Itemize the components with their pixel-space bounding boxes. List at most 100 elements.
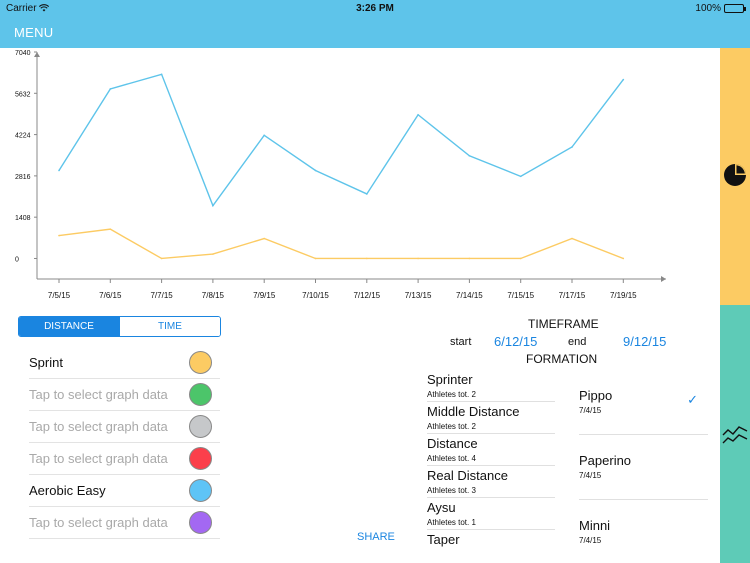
data-point [468, 257, 471, 260]
series-selector-row[interactable]: Tap to select graph data [29, 507, 220, 539]
data-point [109, 88, 112, 90]
formation-name: Taper [427, 532, 460, 547]
data-point [314, 257, 317, 260]
x-tick-label: 7/15/15 [507, 291, 534, 300]
data-point [622, 257, 625, 260]
formation-list: Sprinter Athletes tot. 2 Middle Distance At… [427, 370, 555, 562]
series-color-swatch[interactable] [189, 479, 212, 502]
data-point [314, 169, 317, 172]
formation-row[interactable]: Middle Distance Athletes tot. 2 [427, 402, 555, 434]
formation-row[interactable]: Sprinter Athletes tot. 2 [427, 370, 555, 402]
x-tick-label: 7/12/15 [353, 291, 380, 300]
data-point [417, 113, 419, 116]
timeframe-title: TIMEFRAME [528, 317, 599, 331]
y-axis-arrow [34, 52, 40, 57]
athlete-row[interactable]: Paperino 7/4/15 [579, 435, 708, 500]
formation-name: Sprinter [427, 372, 473, 387]
y-tick-label: 5632 [15, 91, 31, 98]
data-point [212, 253, 214, 255]
x-tick-label: 7/13/15 [405, 291, 432, 300]
metric-segmented-control: DISTANCE TIME [18, 316, 221, 337]
data-point [366, 193, 368, 195]
formation-name: Aysu [427, 500, 456, 515]
series-selector-row[interactable]: Tap to select graph data [29, 411, 220, 443]
formation-row[interactable]: Taper [427, 530, 555, 562]
y-tick-label: 4224 [15, 133, 31, 140]
data-point [58, 234, 60, 237]
y-tick-label: 7040 [15, 50, 31, 57]
battery-icon [724, 4, 746, 13]
data-point [468, 155, 471, 157]
x-tick-label: 7/6/15 [99, 291, 122, 300]
series-color-swatch[interactable] [189, 351, 212, 374]
x-tick-label: 7/9/15 [253, 291, 276, 300]
x-tick-label: 7/17/15 [559, 291, 586, 300]
start-label: start [450, 336, 472, 348]
x-tick-label: 7/10/15 [302, 291, 329, 300]
data-point [160, 73, 163, 76]
formation-name: Middle Distance [427, 404, 520, 419]
athlete-list: Pippo 7/4/15 ✓ Paperino 7/4/15 Minni 7/4/15 [579, 370, 708, 563]
series-selector-label: Tap to select graph data [29, 515, 168, 530]
data-point [263, 134, 266, 137]
athlete-name: Paperino [579, 453, 632, 468]
x-tick-label: 7/8/15 [202, 291, 225, 300]
formation-athlete-count: Athletes tot. 1 [427, 518, 476, 527]
data-point [263, 237, 266, 240]
series-selector-row[interactable]: Aerobic Easy [29, 475, 220, 507]
formation-row[interactable]: Real Distance Athletes tot. 3 [427, 466, 555, 498]
start-date-picker[interactable]: 6/12/15 [494, 334, 537, 349]
athlete-date: 7/4/15 [579, 471, 602, 480]
data-point [622, 78, 625, 81]
formation-athlete-count: Athletes tot. 4 [427, 454, 476, 463]
formation-row[interactable]: Distance Athletes tot. 4 [427, 434, 555, 466]
series-selector-list: Sprint Tap to select graph data Tap to sel… [29, 347, 220, 539]
data-point [366, 257, 368, 260]
pie-chart-tab[interactable] [720, 48, 750, 305]
pie-chart-icon [724, 164, 746, 186]
data-point [58, 169, 60, 172]
x-tick-label: 7/5/15 [48, 291, 71, 300]
athlete-row[interactable]: Pippo 7/4/15 ✓ [579, 370, 708, 435]
formation-athlete-count: Athletes tot. 3 [427, 486, 476, 495]
formation-row[interactable]: Aysu Athletes tot. 1 [427, 498, 555, 530]
series-color-swatch[interactable] [189, 383, 212, 406]
series-line-0 [58, 73, 624, 208]
series-selector-row[interactable]: Tap to select graph data [29, 379, 220, 411]
formation-name: Distance [427, 436, 478, 451]
y-tick-label: 2816 [15, 174, 31, 181]
menu-button[interactable]: MENU [14, 25, 53, 40]
athlete-name: Pippo [579, 388, 613, 403]
data-point [109, 228, 112, 230]
series-color-swatch[interactable] [189, 447, 212, 470]
data-point [571, 146, 573, 148]
series-selector-row[interactable]: Sprint [29, 347, 220, 379]
series-selector-label: Tap to select graph data [29, 419, 168, 434]
y-tick-label: 0 [15, 256, 19, 263]
x-tick-label: 7/19/15 [610, 291, 637, 300]
series-selector-row[interactable]: Tap to select graph data [29, 443, 220, 475]
series-color-swatch[interactable] [189, 415, 212, 438]
share-button[interactable]: SHARE [357, 531, 395, 543]
data-point [571, 237, 573, 240]
line-chart-icon [722, 426, 748, 444]
series-selector-label: Tap to select graph data [29, 451, 168, 466]
line-chart-tab[interactable] [720, 305, 750, 563]
line-chart: 7040 5632 4224 2816 1408 0 7/5/15 7/6/15 7/7/15 7… [0, 48, 720, 310]
end-date-picker[interactable]: 9/12/15 [623, 334, 666, 349]
data-point [212, 204, 214, 207]
status-bar: Carrier 3:26 PM 100% [0, 0, 750, 18]
x-tick-label: 7/14/15 [456, 291, 483, 300]
distance-segment[interactable]: DISTANCE [19, 317, 119, 336]
athlete-name: Minni [579, 518, 611, 533]
clock: 3:26 PM [356, 3, 394, 14]
nav-bar: MENU [0, 18, 750, 48]
formation-athlete-count: Athletes tot. 2 [427, 422, 476, 431]
data-point [160, 257, 163, 260]
x-axis-arrow [661, 276, 666, 282]
athlete-row[interactable]: Minni 7/4/15 [579, 500, 708, 563]
athlete-date: 7/4/15 [579, 406, 602, 415]
series-color-swatch[interactable] [189, 511, 212, 534]
time-segment[interactable]: TIME [119, 317, 220, 336]
series-selector-label: Aerobic Easy [29, 483, 106, 498]
